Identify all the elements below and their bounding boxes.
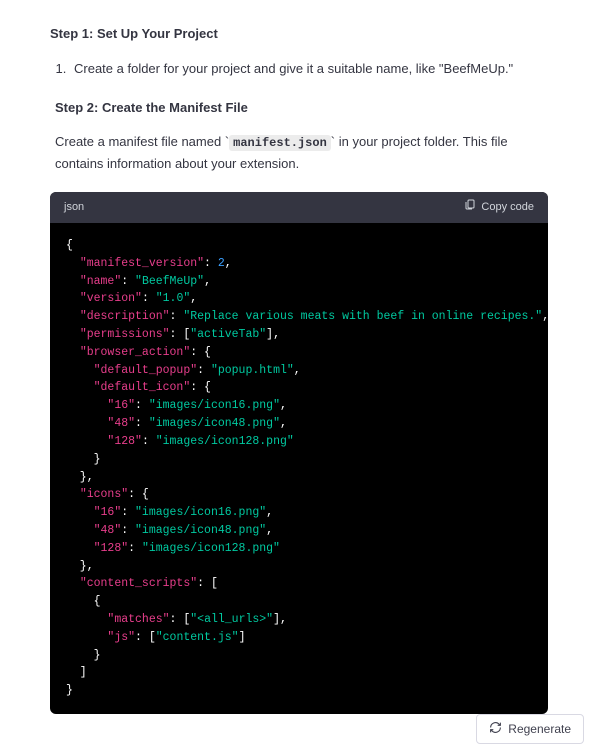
manifest-filename-code: manifest.json	[229, 135, 331, 151]
refresh-icon	[489, 721, 502, 737]
step1-list: Create a folder for your project and giv…	[50, 59, 548, 80]
article-body: Step 1: Set Up Your Project Create a fol…	[0, 0, 598, 754]
code-body: { "manifest_version": 2, "name": "BeefMe…	[50, 223, 548, 714]
code-block: json Copy code { "manifest_version": 2, …	[50, 192, 548, 714]
copy-code-button[interactable]: Copy code	[464, 198, 534, 217]
step2-text-before: Create a manifest file named	[55, 134, 225, 149]
regenerate-button[interactable]: Regenerate	[476, 714, 584, 744]
code-language-label: json	[64, 199, 84, 217]
copy-code-label: Copy code	[481, 199, 534, 217]
step2-heading: Step 2: Create the Manifest File	[55, 98, 548, 119]
code-header: json Copy code	[50, 192, 548, 223]
step1-heading: Step 1: Set Up Your Project	[50, 24, 548, 45]
clipboard-icon	[464, 198, 476, 217]
step1-list-item: Create a folder for your project and giv…	[70, 59, 548, 80]
step2-paragraph: Create a manifest file named `manifest.j…	[50, 132, 548, 174]
